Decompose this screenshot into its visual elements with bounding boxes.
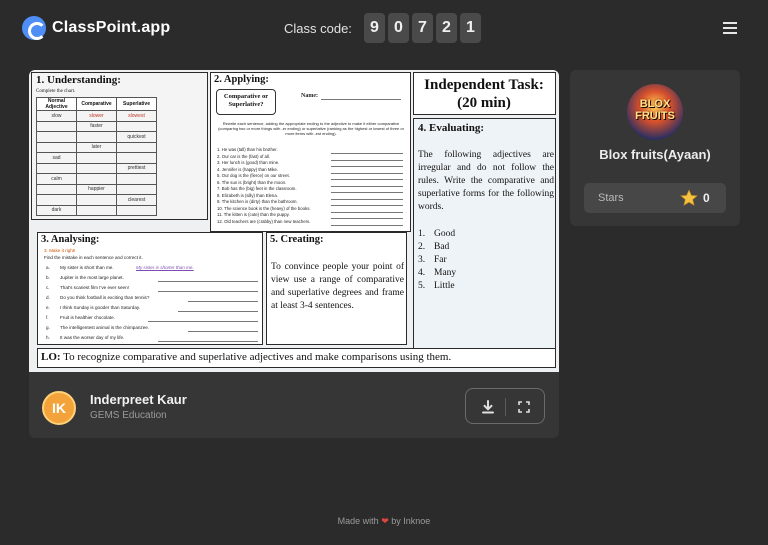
- avatar: BLOX FRUITS: [627, 84, 683, 140]
- class-code-digit: 1: [459, 13, 481, 43]
- class-code-digit: 7: [411, 13, 433, 43]
- student-card: BLOX FRUITS Blox fruits(Ayaan) Stars 0: [570, 70, 740, 226]
- list-item: Do you think football is exciting than t…: [60, 295, 150, 300]
- heart-icon: ❤: [381, 516, 389, 526]
- evaluating-title: 4. Evaluating:: [418, 122, 485, 134]
- table-row: happier: [36, 183, 157, 195]
- stars-label: Stars: [598, 192, 624, 204]
- table-row: clearest: [36, 194, 157, 206]
- list-item: The intelligentest animal is the chimpan…: [60, 325, 150, 330]
- creating-title: 5. Creating:: [270, 234, 324, 245]
- footer-credit: Made with ❤ by Inknoe: [0, 516, 768, 527]
- adjective-chart: Normal Adjective Comparative Superlative…: [36, 97, 157, 216]
- avatar-logo-text: BLOX FRUITS: [635, 98, 675, 122]
- understanding-section: 1. Understanding: Complete the chart. No…: [31, 72, 208, 220]
- top-bar: ClassPoint.app Class code: 9 0 7 2 1: [0, 0, 768, 56]
- presenter-name: Inderpreet Kaur: [90, 392, 187, 407]
- table-row: calm: [36, 173, 157, 185]
- list-item: 4. Many: [418, 268, 457, 278]
- student-name: Blox fruits(Ayaan): [599, 147, 711, 162]
- table-row: prettiest: [36, 162, 157, 174]
- list-item: My sister is short than me.: [60, 265, 114, 270]
- slide-actions: [465, 388, 545, 424]
- list-item: Jupiter is the most large planet.: [60, 275, 124, 280]
- creating-body: To convince people your point of view us…: [271, 262, 404, 311]
- irregular-words-list: 1. Good 2. Bad 3. Far 4. Many 5. Little: [418, 228, 456, 293]
- analysing-instruction: Find the mistake in each sentence and co…: [44, 255, 143, 260]
- independent-task-box: Independent Task: (20 min): [413, 72, 556, 115]
- fullscreen-icon: [518, 401, 530, 413]
- stars-panel: Stars 0: [584, 183, 726, 213]
- objective-label: LO:: [41, 351, 61, 363]
- column-header: Normal Adjective: [36, 97, 77, 111]
- name-label: Name:: [301, 93, 318, 99]
- class-code-digit: 2: [435, 13, 457, 43]
- table-row: later: [36, 141, 157, 153]
- independent-task-title: Independent Task:: [424, 77, 544, 93]
- table-row: slow slower slowest: [36, 110, 157, 122]
- hamburger-menu-icon[interactable]: [723, 22, 737, 34]
- comparative-superlative-box: Comparative or Superlative?: [216, 89, 276, 115]
- class-code-digit: 0: [387, 13, 409, 43]
- analysing-section: 3. Analysing: 3. Make it right! Find the…: [37, 232, 263, 345]
- class-code-label: Class code:: [284, 20, 352, 36]
- table-row: faster: [36, 120, 157, 132]
- analysing-title: 3. Analysing:: [41, 234, 100, 245]
- analysing-subtitle: 3. Make it right!: [44, 248, 76, 253]
- fullscreen-button[interactable]: [514, 397, 534, 417]
- applying-sentences: 1. He was (tall) than his brother. 2. Ou…: [217, 147, 311, 224]
- table-row: sad: [36, 152, 157, 164]
- independent-task-duration: (20 min): [457, 95, 511, 111]
- star-icon: [680, 189, 698, 206]
- download-icon: [482, 400, 494, 414]
- table-row: dark: [36, 204, 157, 216]
- slide-image: 1. Understanding: Complete the chart. No…: [29, 70, 559, 372]
- evaluating-section: 4. Evaluating: The following adjectives …: [413, 118, 556, 365]
- stars-count: 0: [703, 191, 710, 205]
- list-item: That's scariest film I've ever seen!: [60, 285, 129, 290]
- understanding-instruction: Complete the chart.: [36, 89, 76, 94]
- column-header: Comparative: [76, 97, 117, 111]
- download-button[interactable]: [478, 397, 498, 417]
- list-item: I think Sunday is gooder than Saturday.: [60, 305, 141, 310]
- example-answer: My sister is shorter than me.: [136, 265, 194, 270]
- made-with-text: Made with: [337, 516, 379, 526]
- list-item: 1. Good: [418, 229, 456, 239]
- applying-section: 2. Applying: Comparative or Superlative?…: [210, 72, 411, 232]
- class-code: Class code: 9 0 7 2 1: [284, 13, 484, 43]
- objective-text: To recognize comparative and superlative…: [63, 351, 452, 363]
- list-item: 3. Far: [418, 255, 447, 265]
- applying-title: 2. Applying:: [214, 74, 269, 85]
- list-item: 5. Little: [418, 281, 455, 291]
- app-logo[interactable]: ClassPoint.app: [22, 16, 170, 40]
- avatar: IK: [42, 391, 76, 425]
- learning-objective: LO: To recognize comparative and superla…: [37, 348, 556, 368]
- app-name: ClassPoint.app: [52, 19, 171, 36]
- list-item: It was the worser day of my life.: [60, 335, 125, 340]
- creating-section: 5. Creating: To convince people your poi…: [266, 232, 407, 345]
- by-inknoe-link[interactable]: by Inknoe: [391, 516, 430, 526]
- slide-card: 1. Understanding: Complete the chart. No…: [29, 70, 559, 438]
- evaluating-body: The following adjectives are irregular a…: [418, 150, 554, 212]
- table-row: quickest: [36, 131, 157, 143]
- understanding-title: 1. Understanding:: [36, 74, 121, 86]
- classpoint-logo-icon: [22, 16, 46, 40]
- divider: [505, 398, 506, 416]
- applying-instruction: Rewrite each sentence, adding the approp…: [218, 121, 404, 136]
- presenter-organization: GEMS Education: [90, 410, 167, 421]
- column-header: Superlative: [116, 97, 157, 111]
- list-item: 2. Bad: [418, 242, 450, 252]
- presenter-bar: IK Inderpreet Kaur GEMS Education: [29, 372, 559, 438]
- list-item: Fruit is healthier chocolate.: [60, 315, 115, 320]
- class-code-digit: 9: [363, 13, 385, 43]
